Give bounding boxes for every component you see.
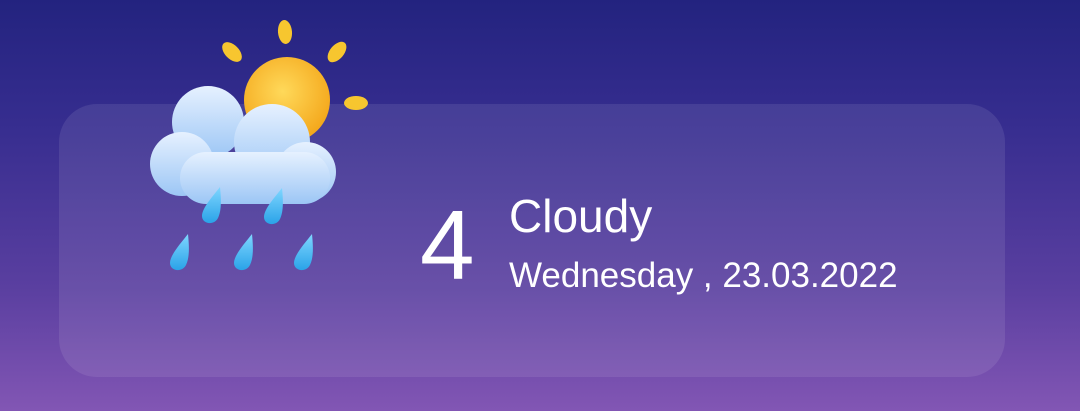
cloud-sun-rain-icon [150,20,368,271]
weather-condition: Cloudy [509,190,653,242]
temperature-value: 4 [420,190,474,300]
date-label: Wednesday , 23.03.2022 [509,256,898,295]
